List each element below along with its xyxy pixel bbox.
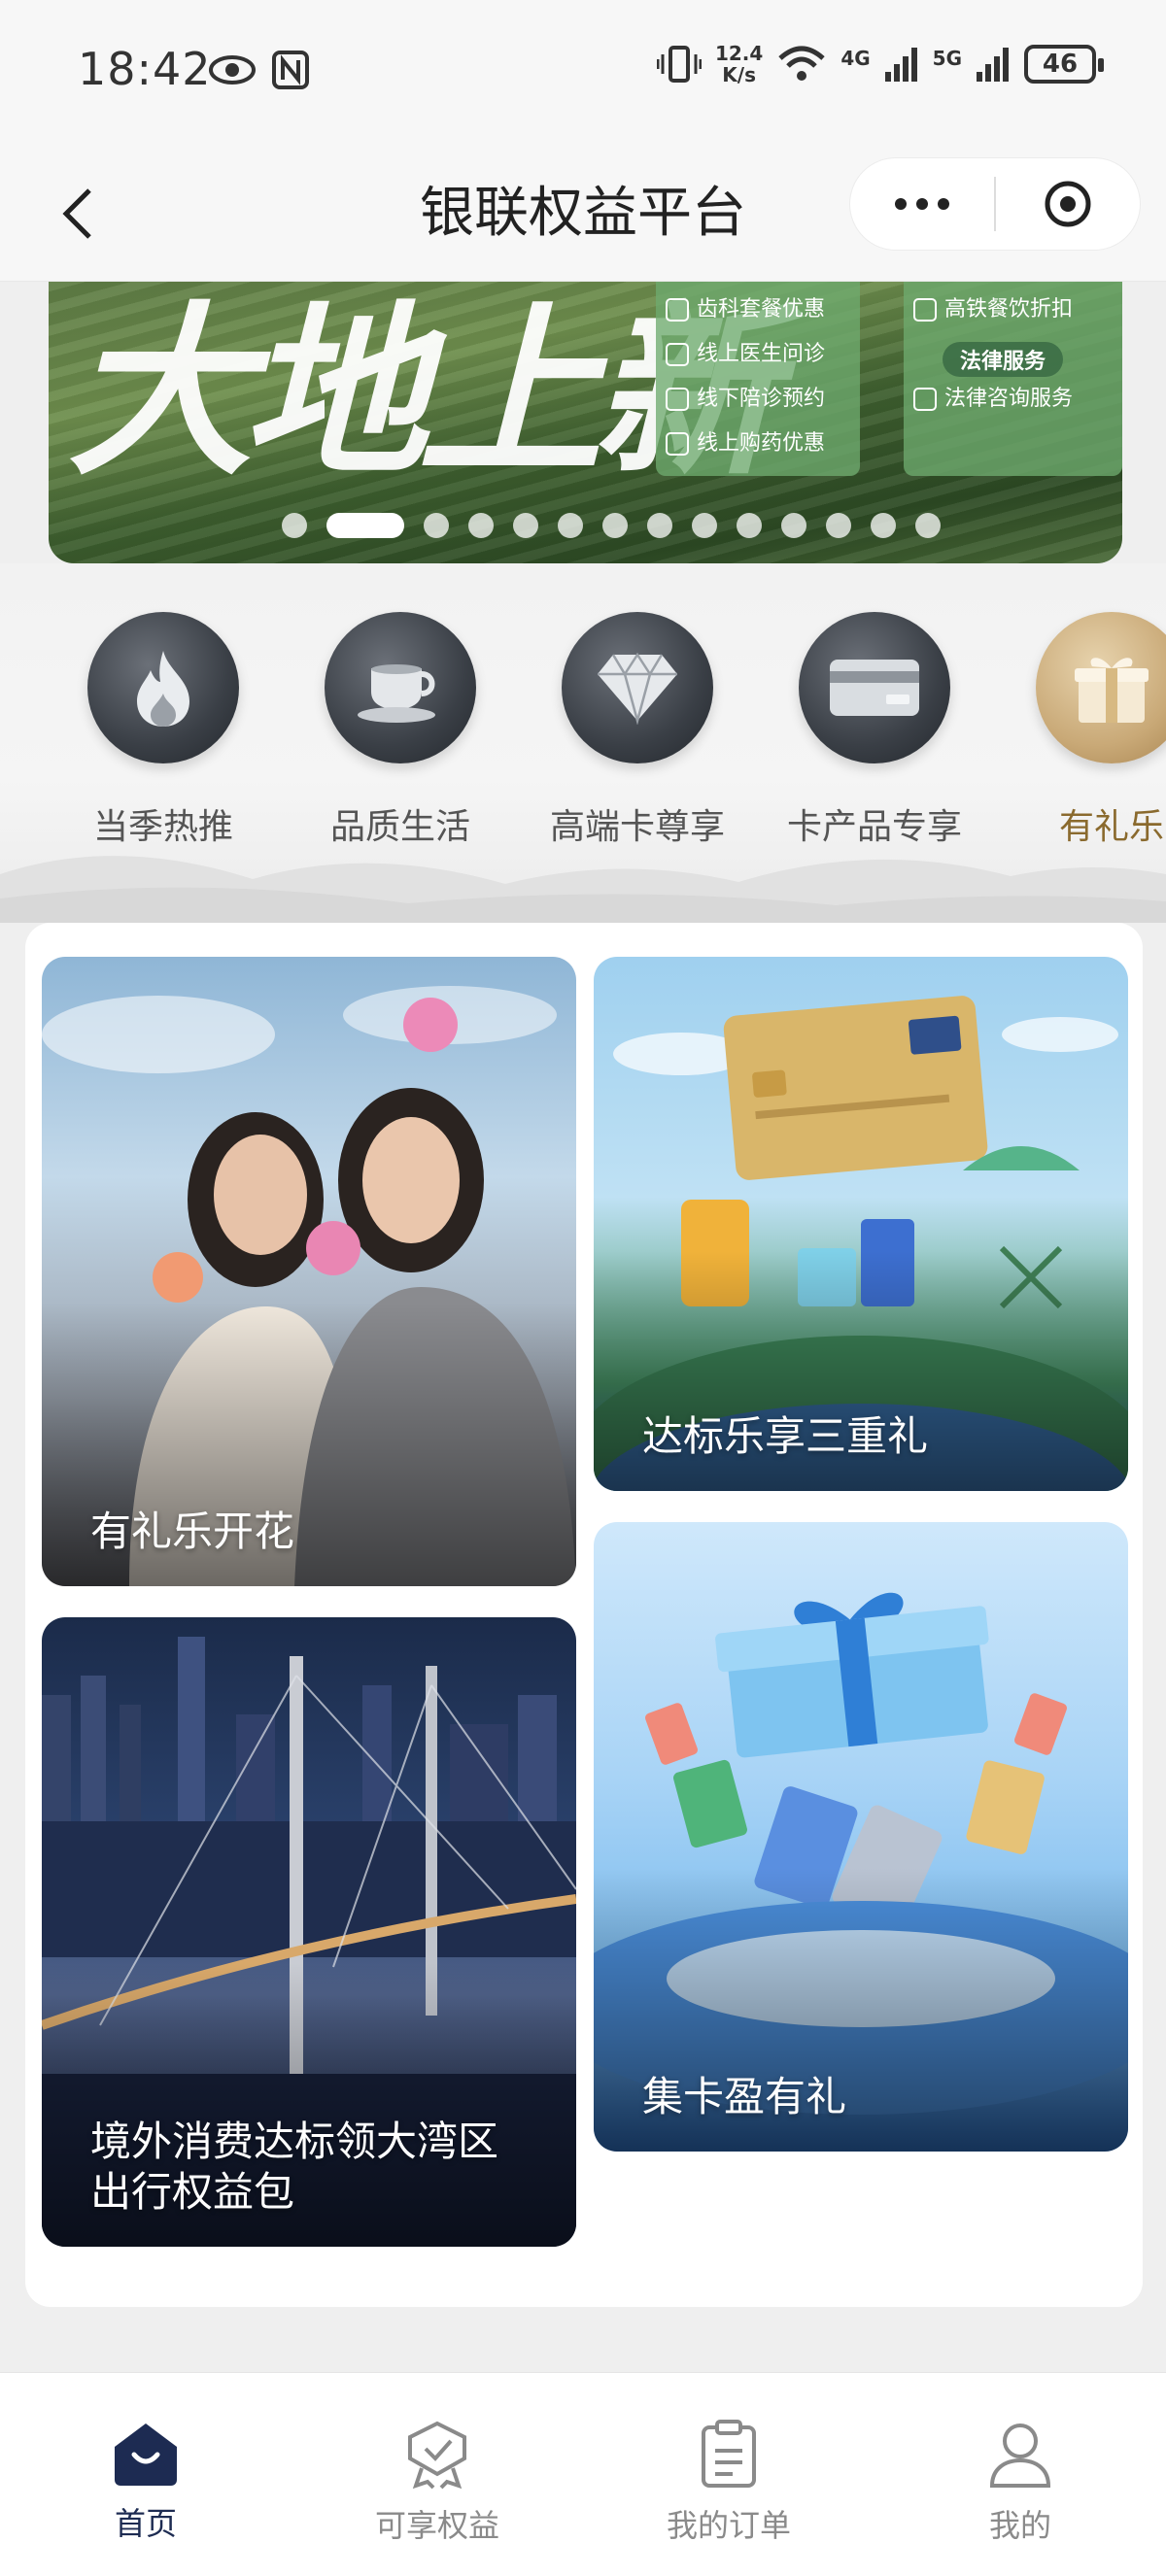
legal-service-tag: 法律服务 [943,342,1064,377]
more-dots-icon [895,198,949,210]
signal-icon [884,48,917,82]
category-quality-life[interactable]: 品质生活 [325,612,476,849]
tab-home[interactable]: 首页 [0,2373,292,2576]
promo-tile-title: 境外消费达标领大湾区 出行权益包 [90,2118,499,2216]
category-gift[interactable]: 有礼乐 [1036,612,1166,849]
promo-banner[interactable]: 大地上新 齿科套餐优惠 线上医生问诊 线下陪诊预约 线上购药优惠 高铁餐饮折扣 … [49,282,1122,563]
promo-tile-triple-gift[interactable]: 达标乐享三重礼 [594,957,1128,1491]
user-icon [989,2423,1051,2488]
wifi-icon [778,46,825,81]
clipboard-icon [702,2420,756,2488]
card-icon [830,660,919,716]
promo-grid: 有礼乐开花 达标乐享三重礼 境外消费达标领大湾区 出行权益包 集卡盈有礼 [25,923,1143,2307]
net-speed-unit: K/s [722,63,756,86]
carousel-dot[interactable] [282,513,307,538]
pharmacy-icon [666,432,689,456]
carousel-dot[interactable] [871,513,896,538]
carousel-dot[interactable] [424,513,449,538]
close-miniprogram-button[interactable] [996,158,1140,250]
promo-tile-flower-gift[interactable]: 有礼乐开花 [42,957,576,1586]
carousel-dot[interactable] [781,513,806,538]
promo-tile-greater-bay[interactable]: 境外消费达标领大湾区 出行权益包 [42,1617,576,2247]
category-row: 当季热推 品质生活 高端卡尊享 卡产品专享 有礼乐 [0,563,1166,923]
carousel-dot[interactable] [826,513,851,538]
eye-icon [209,55,256,85]
diamond-icon [598,652,677,725]
battery-level: 46 [1042,50,1079,79]
category-label: 高端卡尊享 [550,807,726,847]
hospital-icon [666,343,689,366]
home-icon [115,2423,177,2486]
category-premium-card[interactable]: 高端卡尊享 [550,612,725,849]
benefits-icon [408,2421,466,2490]
banner-panel-services: 高铁餐饮折扣 法律服务 法律咨询服务 [904,282,1122,476]
more-button[interactable] [850,158,994,250]
chevron-left-icon [62,188,91,239]
carousel-dot[interactable] [602,513,628,538]
tab-label: 我的订单 [666,2507,791,2544]
gift-icon [1075,658,1149,723]
tab-profile[interactable]: 我的 [874,2373,1166,2576]
signal-icon [977,48,1009,82]
carousel-dot[interactable] [326,513,404,538]
coffee-cup-icon [358,664,435,723]
carousel-dot[interactable] [513,513,538,538]
category-label: 品质生活 [329,807,470,847]
category-hot[interactable]: 当季热推 [87,612,239,849]
carousel-indicator [282,513,941,538]
nav-bar: 银联权益平台 [0,146,1166,282]
category-card-product[interactable]: 卡产品专享 [787,612,962,849]
carousel-dot[interactable] [737,513,762,538]
promo-tile-title: 有礼乐开花 [90,1508,295,1555]
flame-icon [137,651,189,727]
dining-icon [913,298,937,322]
category-label: 有礼乐 [1058,807,1164,847]
vibrate-icon [656,46,702,83]
escort-icon [666,388,689,411]
promo-tile-title: 达标乐享三重礼 [642,1412,929,1460]
category-label: 卡产品专享 [787,807,963,847]
close-circle-icon [1045,181,1091,227]
back-button[interactable] [39,175,117,253]
category-label: 当季热推 [92,807,233,847]
promo-tile-collect-cards[interactable]: 集卡盈有礼 [594,1522,1128,2152]
tab-label: 首页 [114,2505,177,2542]
tooth-icon [666,298,689,322]
nfc-icon [272,51,309,89]
carousel-dot[interactable] [558,513,583,538]
network-5g-label: 5G [932,47,962,70]
tab-orders[interactable]: 我的订单 [583,2373,874,2576]
banner-panel-health: 齿科套餐优惠 线上医生问诊 线下陪诊预约 线上购药优惠 [656,282,860,476]
status-bar: 18:42 12.4 K/s 4G 5G 46 [0,0,1166,146]
scales-icon [913,388,937,411]
bottom-tab-bar: 首页 可享权益 我的订单 我的 [0,2372,1166,2576]
battery-indicator: 46 [1024,45,1104,84]
carousel-dot[interactable] [647,513,672,538]
carousel-dot[interactable] [468,513,494,538]
network-4g-label: 4G [840,47,871,70]
carousel-dot[interactable] [915,513,941,538]
tab-label: 我的 [988,2507,1051,2544]
carousel-dot[interactable] [692,513,717,538]
miniprogram-capsule [849,157,1141,251]
status-time: 18:42 [78,43,212,95]
promo-tile-title: 集卡盈有礼 [642,2073,847,2120]
tab-benefits[interactable]: 可享权益 [292,2373,583,2576]
net-speed-value: 12.4 [714,42,764,65]
tab-label: 可享权益 [374,2507,499,2544]
